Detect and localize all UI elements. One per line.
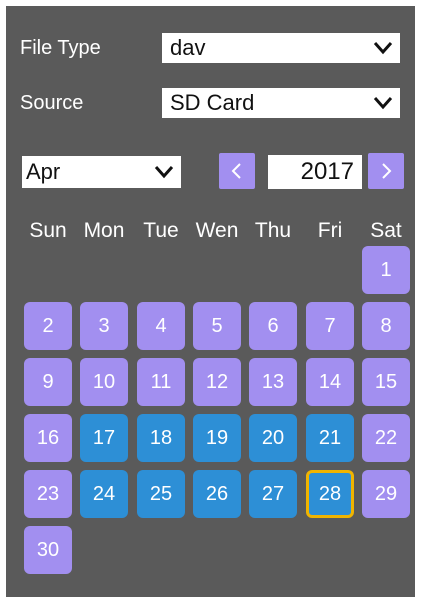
weekday-label: Fri [317,219,343,242]
calendar-day[interactable]: 7 [306,302,354,350]
calendar-day[interactable]: 14 [306,358,354,406]
calendar-day[interactable]: 11 [137,358,185,406]
source-value: SD Card [170,90,255,115]
calendar-day[interactable]: 26 [193,470,241,518]
weekday-label: Sun [29,219,67,242]
calendar-day[interactable]: 13 [249,358,297,406]
file-type-label: File Type [20,37,101,59]
calendar-day[interactable]: 22 [362,414,410,462]
file-type-value: dav [170,35,206,60]
calendar-day-selected[interactable]: 28 [306,470,354,518]
month-value: Apr [26,159,61,184]
weekday-label: Wen [195,219,239,242]
calendar-day[interactable]: 6 [249,302,297,350]
next-year-button[interactable] [368,153,404,189]
weekday-label: Thu [254,219,292,242]
calendar-day[interactable]: 1 [362,246,410,294]
calendar-day[interactable]: 18 [137,414,185,462]
calendar-day[interactable]: 25 [137,470,185,518]
prev-year-button[interactable] [219,153,255,189]
calendar-day[interactable]: 8 [362,302,410,350]
playback-search-panel: File Type dav Source SD Card Apr 2017 Su… [6,6,415,597]
calendar-day[interactable]: 19 [193,414,241,462]
chevron-left-icon [231,163,241,179]
calendar-day[interactable]: 16 [24,414,72,462]
calendar-day[interactable]: 24 [80,470,128,518]
calendar-day[interactable]: 9 [24,358,72,406]
calendar-day[interactable]: 17 [80,414,128,462]
calendar-day[interactable]: 23 [24,470,72,518]
calendar-day[interactable]: 20 [249,414,297,462]
calendar-day[interactable]: 3 [80,302,128,350]
calendar-day[interactable]: 12 [193,358,241,406]
source-select[interactable]: SD Card [162,88,400,118]
chevron-right-icon [382,163,392,179]
calendar-day[interactable]: 10 [80,358,128,406]
calendar-day[interactable]: 21 [306,414,354,462]
weekday-label: Tue [143,219,179,242]
source-label: Source [20,92,84,114]
file-type-select[interactable]: dav [162,33,400,63]
month-select[interactable]: Apr [22,156,181,188]
chevron-down-icon [373,97,393,110]
weekday-label: Sat [370,219,402,242]
chevron-down-icon [154,166,174,179]
calendar-day[interactable]: 2 [24,302,72,350]
weekday-label: Mon [83,219,125,242]
calendar-day[interactable]: 29 [362,470,410,518]
calendar-day[interactable]: 27 [249,470,297,518]
calendar-day[interactable]: 15 [362,358,410,406]
calendar-day[interactable]: 4 [137,302,185,350]
calendar-day[interactable]: 30 [24,526,72,574]
chevron-down-icon [373,42,393,55]
calendar-day[interactable]: 5 [193,302,241,350]
year-field[interactable]: 2017 [268,155,362,189]
